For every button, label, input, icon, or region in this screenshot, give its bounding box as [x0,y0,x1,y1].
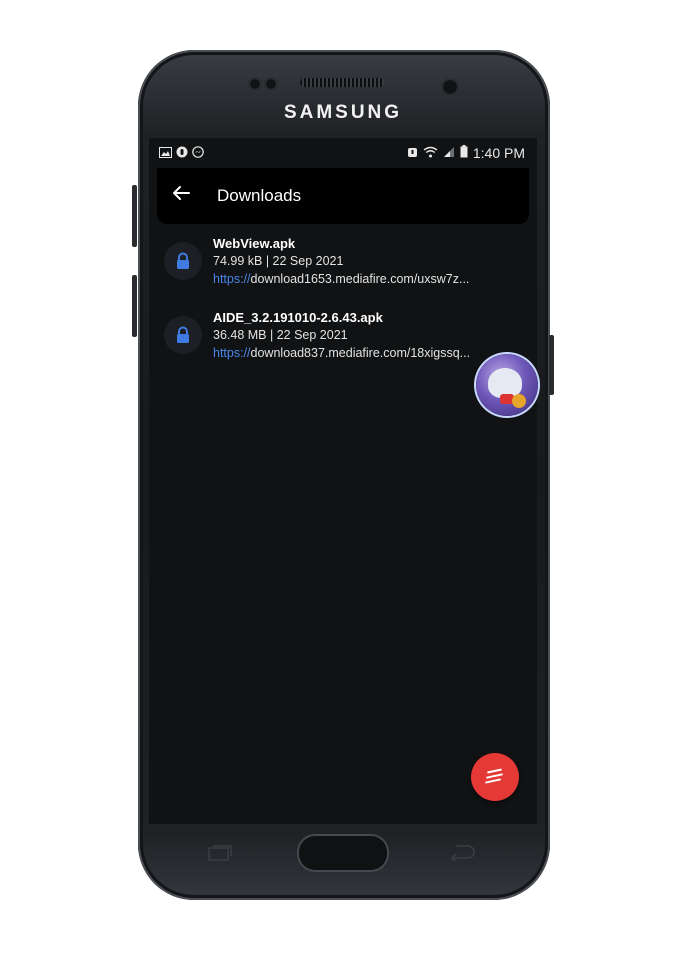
back-arrow-icon[interactable] [171,183,193,205]
sort-list-fab-button[interactable] [471,753,519,801]
nav-back-icon[interactable] [448,843,476,861]
front-sensor [248,77,262,91]
alarm-icon [407,146,418,161]
lock-icon [177,326,189,343]
messenger-icon [192,146,204,161]
file-name: WebView.apk [213,236,296,251]
url-rest: download1653.mediafire.com/uxsw7z... [250,272,470,286]
floating-chat-head-avatar[interactable] [476,354,538,416]
file-url[interactable]: https://download1653.mediafire.com/uxsw7… [213,272,513,286]
battery-icon [460,145,468,161]
notification-app-icon [176,146,188,161]
file-name: AIDE_3.2.191010-2.6.43.apk [213,310,383,325]
front-camera [441,78,459,96]
avatar-bell [512,394,526,408]
lock-badge [164,242,202,280]
home-button[interactable] [297,834,389,872]
file-url[interactable]: https://download837.mediafire.com/18xigs… [213,346,513,360]
screen: 1:40 PM Downloads WebView.apk 74.99 kB |… [149,138,537,824]
file-meta: 74.99 kB | 22 Sep 2021 [213,254,344,268]
brand-logo: SAMSUNG [283,102,403,123]
download-item[interactable]: AIDE_3.2.191010-2.6.43.apk 36.48 MB | 22… [149,310,537,372]
gallery-icon [159,146,172,161]
clock: 1:40 PM [472,145,525,161]
volume-button [132,185,137,247]
url-rest: download837.mediafire.com/18xigssq... [250,346,471,360]
front-sensor-2 [264,77,278,91]
lock-badge [164,316,202,354]
app-bar: Downloads [157,168,529,224]
wifi-icon [423,146,438,161]
earpiece-speaker [300,78,384,87]
file-meta: 36.48 MB | 22 Sep 2021 [213,328,348,342]
recent-apps-icon[interactable] [208,845,232,861]
download-item[interactable]: WebView.apk 74.99 kB | 22 Sep 2021 https… [149,236,537,298]
signal-icon [443,146,455,161]
page-title: Downloads [217,186,302,205]
lock-icon [177,252,189,269]
power-button [549,335,554,395]
sort-list-icon-line [484,778,502,784]
status-bar: 1:40 PM [149,138,537,168]
url-scheme: https:// [213,346,251,360]
volume-button-lower [132,275,137,337]
url-scheme: https:// [213,272,251,286]
